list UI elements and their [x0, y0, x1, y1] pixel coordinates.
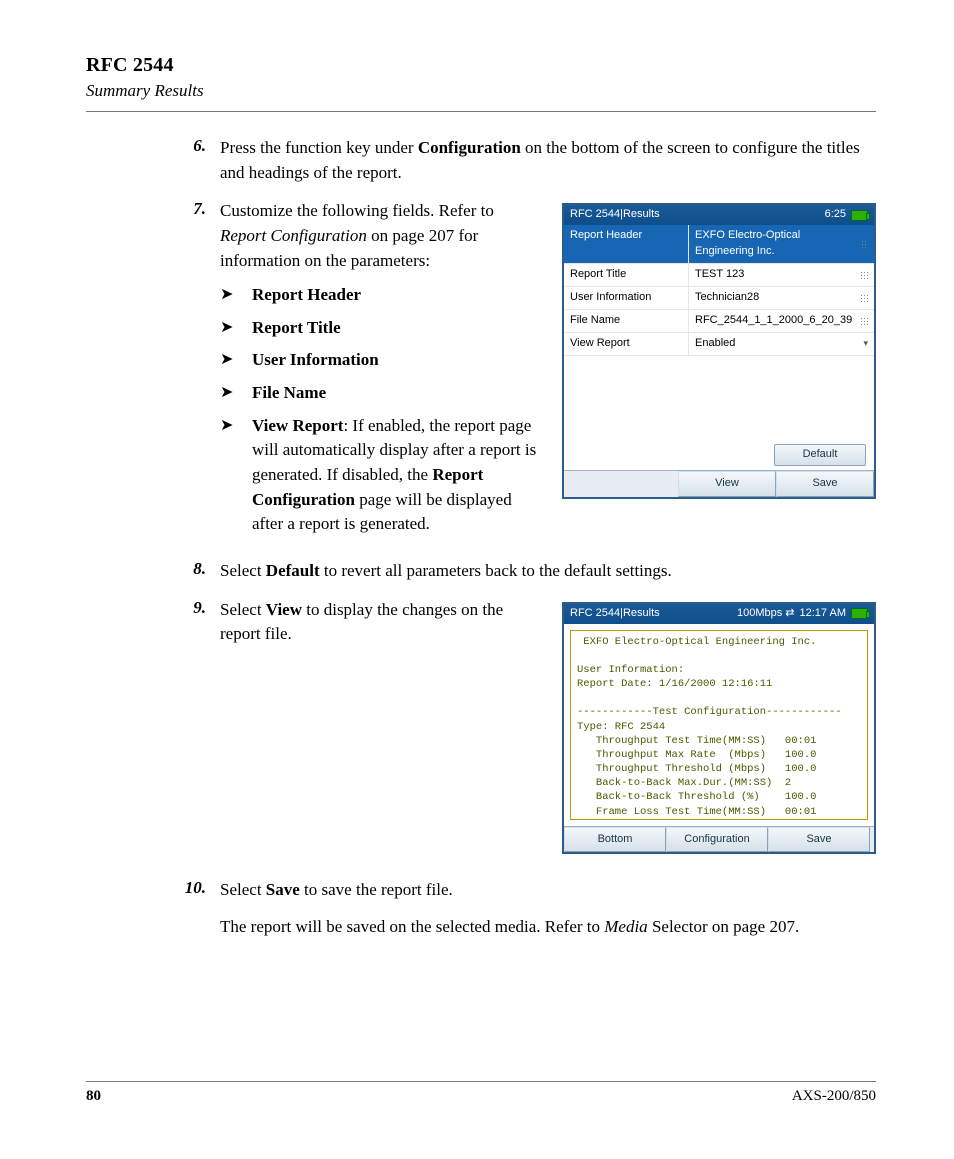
page-number: 80	[86, 1088, 101, 1105]
step-number: 9.	[86, 598, 220, 865]
step-body: RFC 2544|Results 100Mbps⇄ 12:17 AM EXFO …	[220, 598, 876, 865]
footer-rule	[86, 1081, 876, 1082]
bold-text: Configuration	[418, 138, 521, 157]
step-body: Press the function key under Configurati…	[220, 136, 876, 185]
battery-icon	[851, 210, 868, 221]
text: to save the report file.	[300, 880, 453, 899]
battery-icon	[851, 608, 868, 619]
bold-text: File Name	[252, 383, 326, 402]
report-header-row[interactable]: Report Header EXFO Electro-Optical Engin…	[564, 225, 874, 264]
bold-text: View	[266, 600, 302, 619]
text: Press the function key under	[220, 138, 418, 157]
text: Selector on page 207.	[648, 917, 800, 936]
step-number: 7.	[86, 199, 220, 545]
window-title: RFC 2544|Results	[570, 606, 660, 622]
window-title: RFC 2544|Results	[570, 207, 660, 223]
chapter-title: RFC 2544	[86, 54, 876, 77]
row-value: TEST 123	[695, 267, 744, 283]
link-rate: 100Mbps	[737, 606, 782, 622]
save-button[interactable]: Save	[768, 827, 870, 853]
titlebar: RFC 2544|Results 6:25	[564, 205, 874, 225]
titlebar: RFC 2544|Results 100Mbps⇄ 12:17 AM	[564, 604, 874, 624]
text: Customize the following fields. Refer to	[220, 201, 494, 220]
step-9: 9. RFC 2544|Results 100Mbps⇄ 12:17 AM EX…	[86, 598, 876, 865]
step-body: RFC 2544|Results 6:25 Report Header EXFO…	[220, 199, 876, 545]
clock-label: 6:25	[825, 207, 846, 223]
bold-text: Default	[266, 561, 320, 580]
text: Select	[220, 561, 266, 580]
bold-text: Report Title	[252, 318, 341, 337]
bullet-user-information: User Information	[220, 348, 876, 373]
softkey-bar: Bottom Configuration Save	[564, 826, 874, 853]
step-body: Select Default to revert all parameters …	[220, 559, 876, 584]
step-6: 6. Press the function key under Configur…	[86, 136, 876, 185]
bold-text: View Report	[252, 416, 343, 435]
step-body: Select Save to save the report file. The…	[220, 878, 876, 939]
row-label: Report Header	[564, 225, 689, 263]
bullet-report-title: Report Title	[220, 316, 876, 341]
text: Select	[220, 600, 266, 619]
bullet-file-name: File Name	[220, 381, 876, 406]
grip-icon	[860, 271, 868, 279]
clock-label: 12:17 AM	[800, 606, 846, 622]
note-paragraph: The report will be saved on the selected…	[220, 915, 876, 940]
bullet-report-header: Report Header	[220, 283, 876, 308]
model-label: AXS-200/850	[792, 1088, 876, 1105]
bold-text: Save	[266, 880, 300, 899]
bold-text: Report Header	[252, 285, 361, 304]
text: Select	[220, 880, 266, 899]
step-10: 10. Select Save to save the report file.…	[86, 878, 876, 939]
bottom-button[interactable]: Bottom	[564, 827, 666, 853]
screenshot-report-view: RFC 2544|Results 100Mbps⇄ 12:17 AM EXFO …	[562, 602, 876, 855]
step-7: 7. RFC 2544|Results 6:25 Report Header E…	[86, 199, 876, 545]
report-text-area[interactable]: EXFO Electro-Optical Engineering Inc. Us…	[570, 630, 868, 820]
text: The report will be saved on the selected…	[220, 917, 604, 936]
step-number: 6.	[86, 136, 220, 185]
link-icon: ⇄	[785, 606, 794, 622]
page-footer: 80 AXS-200/850	[86, 1081, 876, 1105]
configuration-button[interactable]: Configuration	[666, 827, 768, 853]
italic-text: Report Configuration	[220, 226, 367, 245]
text: to revert all parameters back to the def…	[320, 561, 672, 580]
row-value: EXFO Electro-Optical Engineering Inc.	[695, 228, 861, 260]
section-title: Summary Results	[86, 81, 876, 101]
italic-text: Media	[604, 917, 647, 936]
grip-icon	[861, 240, 868, 248]
step-number: 8.	[86, 559, 220, 584]
bold-text: User Information	[252, 350, 379, 369]
step-number: 10.	[86, 878, 220, 939]
step-8: 8. Select Default to revert all paramete…	[86, 559, 876, 584]
bullet-view-report: View Report: If enabled, the report page…	[220, 414, 876, 537]
header-rule	[86, 111, 876, 112]
